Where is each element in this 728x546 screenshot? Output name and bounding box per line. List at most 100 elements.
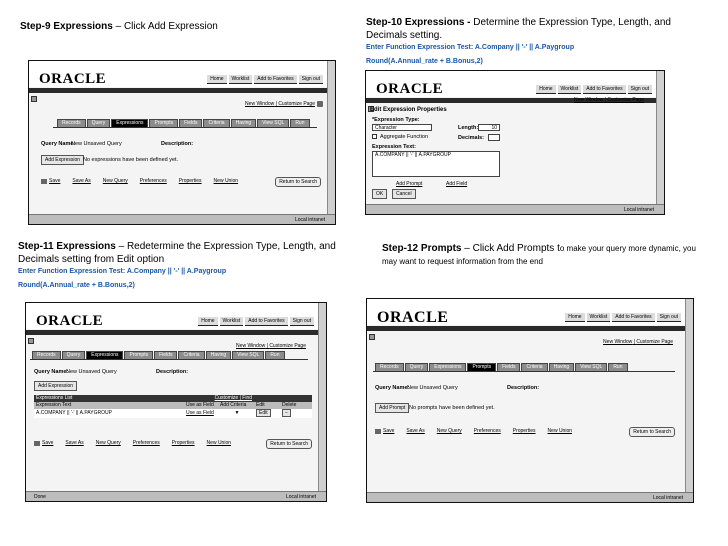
- customize-page-link[interactable]: Customize Page: [607, 97, 644, 103]
- return-to-search-button[interactable]: Return to Search: [266, 439, 312, 449]
- save-as-link[interactable]: Save As: [65, 440, 83, 446]
- ok-button[interactable]: OK: [372, 189, 388, 199]
- save-as-link[interactable]: Save As: [406, 428, 424, 434]
- tab-query[interactable]: Query: [61, 351, 86, 359]
- add-criteria-icon[interactable]: ▼: [218, 409, 254, 418]
- tab-fields[interactable]: Fields: [497, 363, 521, 371]
- step9-text: Click Add Expression: [123, 21, 218, 32]
- tab-expressions[interactable]: Expressions: [86, 351, 124, 359]
- preferences-link[interactable]: Preferences: [140, 178, 167, 184]
- tab-prompts[interactable]: Prompts: [124, 351, 154, 359]
- tab-view-sql[interactable]: View SQL: [257, 119, 290, 127]
- new-window-link[interactable]: New Window: [574, 97, 603, 103]
- return-to-search-button[interactable]: Return to Search: [629, 427, 675, 437]
- page-menu-icon[interactable]: [28, 338, 34, 344]
- tab-records[interactable]: Records: [375, 363, 404, 371]
- customize-page-link[interactable]: Customize Page: [636, 339, 673, 345]
- tab-run[interactable]: Run: [290, 119, 310, 127]
- new-union-link[interactable]: New Union: [207, 440, 231, 446]
- tab-criteria[interactable]: Criteria: [521, 363, 548, 371]
- add-favorites-link[interactable]: Add to Favorites: [612, 313, 655, 322]
- tab-having[interactable]: Having: [205, 351, 232, 359]
- page-menu-icon[interactable]: [369, 334, 375, 340]
- add-prompt-button[interactable]: Add Prompt: [375, 403, 410, 413]
- save-link[interactable]: Save: [383, 428, 394, 434]
- tab-expressions[interactable]: Expressions: [111, 119, 149, 127]
- tab-expressions[interactable]: Expressions: [429, 363, 467, 371]
- save-as-link[interactable]: Save As: [72, 178, 90, 184]
- tab-records[interactable]: Records: [57, 119, 86, 127]
- new-union-link[interactable]: New Union: [548, 428, 572, 434]
- properties-link[interactable]: Properties: [179, 178, 202, 184]
- add-expression-button[interactable]: Add Expression: [34, 381, 78, 391]
- table-row: A.COMPANY || '-' || A.PAYGROUP Use as Fi…: [34, 409, 312, 418]
- tab-query[interactable]: Query: [86, 119, 111, 127]
- new-window-link[interactable]: New Window: [245, 101, 274, 107]
- add-expression-button[interactable]: Add Expression: [41, 155, 85, 165]
- new-window-link[interactable]: New Window: [603, 339, 632, 345]
- tab-records[interactable]: Records: [32, 351, 61, 359]
- worklist-link[interactable]: Worklist: [219, 317, 244, 326]
- length-input[interactable]: 10: [478, 124, 500, 131]
- tab-prompts[interactable]: Prompts: [149, 119, 179, 127]
- tab-run[interactable]: Run: [265, 351, 285, 359]
- page-menu-icon[interactable]: [31, 96, 37, 102]
- tab-criteria[interactable]: Criteria: [203, 119, 230, 127]
- save-link[interactable]: Save: [42, 440, 53, 446]
- new-query-link[interactable]: New Query: [437, 428, 462, 434]
- expression-type-select[interactable]: Character: [372, 124, 432, 131]
- preferences-link[interactable]: Preferences: [474, 428, 501, 434]
- worklist-link[interactable]: Worklist: [228, 75, 253, 84]
- vertical-scrollbar[interactable]: [327, 61, 335, 214]
- properties-link[interactable]: Properties: [172, 440, 195, 446]
- worklist-link[interactable]: Worklist: [557, 85, 582, 94]
- home-link[interactable]: Home: [207, 75, 227, 84]
- add-favorites-link[interactable]: Add to Favorites: [583, 85, 626, 94]
- tab-prompts[interactable]: Prompts: [467, 363, 497, 371]
- worklist-link[interactable]: Worklist: [586, 313, 611, 322]
- properties-link[interactable]: Properties: [513, 428, 536, 434]
- sign-out-link[interactable]: Sign out: [298, 75, 323, 84]
- delete-icon[interactable]: −: [282, 409, 291, 417]
- add-favorites-link[interactable]: Add to Favorites: [245, 317, 288, 326]
- tab-query[interactable]: Query: [404, 363, 429, 371]
- expression-text-area[interactable]: A.COMPANY || '-' || A.PAYGROUP: [372, 151, 500, 177]
- vertical-scrollbar[interactable]: [656, 71, 664, 204]
- sign-out-link[interactable]: Sign out: [627, 85, 652, 94]
- aggregate-function-checkbox[interactable]: [372, 134, 377, 139]
- home-link[interactable]: Home: [198, 317, 218, 326]
- return-to-search-button[interactable]: Return to Search: [275, 177, 321, 187]
- new-query-link[interactable]: New Query: [96, 440, 121, 446]
- tab-having[interactable]: Having: [548, 363, 575, 371]
- decimals-input[interactable]: [488, 134, 500, 141]
- screenshot-step10: ORACLE Home Worklist Add to Favorites Si…: [365, 70, 665, 215]
- tab-run[interactable]: Run: [608, 363, 628, 371]
- add-favorites-link[interactable]: Add to Favorites: [254, 75, 297, 84]
- vertical-scrollbar[interactable]: [685, 299, 693, 492]
- vertical-scrollbar[interactable]: [318, 303, 326, 491]
- save-link[interactable]: Save: [49, 178, 60, 184]
- cancel-button[interactable]: Cancel: [392, 189, 416, 199]
- new-union-link[interactable]: New Union: [214, 178, 238, 184]
- help-icon[interactable]: [317, 101, 323, 107]
- add-field-link[interactable]: Add Field: [446, 181, 467, 187]
- tab-fields[interactable]: Fields: [154, 351, 178, 359]
- tab-fields[interactable]: Fields: [179, 119, 203, 127]
- tab-view-sql[interactable]: View SQL: [575, 363, 608, 371]
- new-query-link[interactable]: New Query: [103, 178, 128, 184]
- customize-page-link[interactable]: Customize Page: [278, 101, 315, 107]
- home-link[interactable]: Home: [565, 313, 585, 322]
- home-link[interactable]: Home: [536, 85, 556, 94]
- new-window-link[interactable]: New Window: [236, 343, 265, 349]
- preferences-link[interactable]: Preferences: [133, 440, 160, 446]
- customize-find-link[interactable]: Customize | Find: [215, 395, 252, 402]
- sign-out-link[interactable]: Sign out: [656, 313, 681, 322]
- tab-criteria[interactable]: Criteria: [178, 351, 205, 359]
- use-as-field-link[interactable]: Use as Field: [184, 409, 218, 418]
- tab-view-sql[interactable]: View SQL: [232, 351, 265, 359]
- edit-button[interactable]: Edit: [256, 409, 271, 417]
- sign-out-link[interactable]: Sign out: [289, 317, 314, 326]
- customize-page-link[interactable]: Customize Page: [269, 343, 306, 349]
- tab-having[interactable]: Having: [230, 119, 257, 127]
- add-prompt-link[interactable]: Add Prompt: [396, 181, 422, 187]
